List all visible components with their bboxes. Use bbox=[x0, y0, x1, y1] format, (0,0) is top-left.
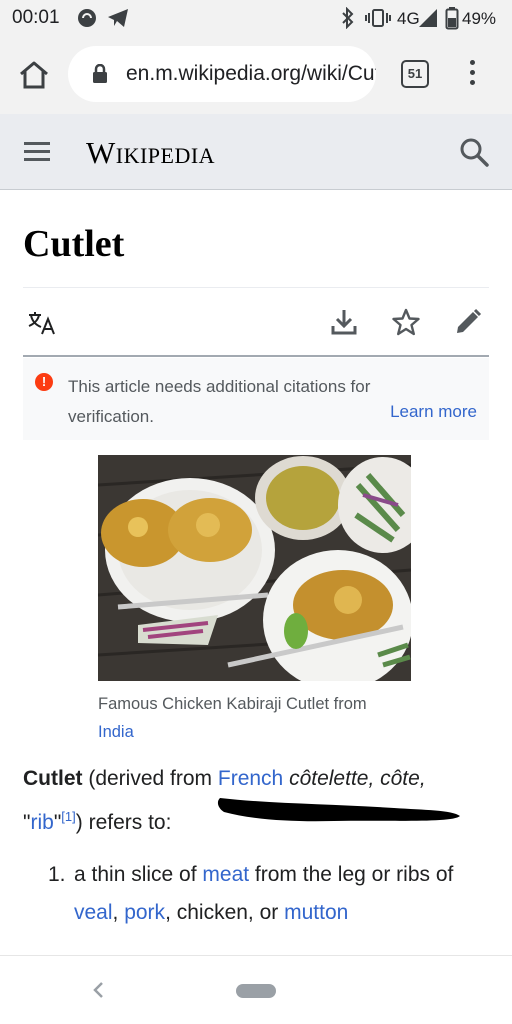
title-divider bbox=[23, 287, 489, 288]
battery-icon bbox=[445, 7, 459, 30]
page-title: Cutlet bbox=[23, 223, 125, 265]
citation-link[interactable]: [1] bbox=[61, 809, 75, 824]
lead-french-words: côtelette, côte, bbox=[283, 767, 426, 790]
telegram-icon bbox=[108, 9, 128, 27]
home-icon[interactable] bbox=[18, 60, 50, 90]
menu-icon[interactable] bbox=[24, 142, 50, 162]
status-bar: 00:01 4G 49% bbox=[0, 0, 512, 36]
back-icon[interactable] bbox=[91, 980, 105, 1000]
link-rib[interactable]: rib bbox=[30, 811, 53, 834]
download-icon[interactable] bbox=[330, 308, 358, 336]
cutlet-photo[interactable] bbox=[98, 455, 411, 681]
home-pill[interactable] bbox=[236, 984, 276, 998]
wikipedia-logo[interactable]: Wikipedia bbox=[86, 135, 215, 171]
wiki-header: Wikipedia bbox=[0, 114, 512, 190]
url-text[interactable]: en.m.wikipedia.org/wiki/Cutlet bbox=[126, 62, 376, 86]
citation-notice: ! This article needs additional citation… bbox=[23, 358, 489, 440]
link-pork[interactable]: pork bbox=[124, 901, 165, 924]
figure-caption: Famous Chicken Kabiraji Cutlet from Indi… bbox=[98, 690, 418, 746]
learn-more-link[interactable]: Learn more bbox=[390, 402, 477, 422]
vibrate-icon bbox=[365, 9, 391, 27]
language-icon[interactable] bbox=[27, 310, 59, 336]
network-type: 4G bbox=[397, 9, 420, 28]
lead-derived: (derived from bbox=[82, 767, 218, 790]
status-time: 00:01 bbox=[12, 7, 60, 28]
signal-icon bbox=[419, 9, 437, 27]
list-text-b: from the leg or ribs of bbox=[249, 863, 454, 886]
actions-divider bbox=[23, 355, 489, 357]
lead-term: Cutlet bbox=[23, 767, 83, 790]
link-veal[interactable]: veal bbox=[74, 901, 113, 924]
star-icon[interactable] bbox=[392, 308, 420, 336]
list-comma: , bbox=[112, 901, 125, 924]
lead-tail: ) refers to: bbox=[75, 811, 172, 834]
more-vert-icon[interactable] bbox=[465, 60, 479, 90]
list-text-c: , chicken, or bbox=[165, 901, 285, 924]
link-meat[interactable]: meat bbox=[202, 863, 249, 886]
whatsapp-icon bbox=[78, 9, 96, 27]
caption-text: Famous Chicken Kabiraji Cutlet from bbox=[98, 695, 367, 713]
page-actions bbox=[23, 300, 489, 346]
bluetooth-icon bbox=[342, 7, 354, 29]
list-text-a: a thin slice of bbox=[74, 863, 203, 886]
edit-icon[interactable] bbox=[454, 308, 482, 336]
caption-link-india[interactable]: India bbox=[98, 723, 134, 741]
tab-switcher-button[interactable]: 51 bbox=[401, 60, 429, 88]
lock-icon bbox=[93, 64, 107, 83]
system-nav-bar bbox=[0, 955, 512, 1024]
list-number: 1. bbox=[48, 863, 66, 886]
url-bar[interactable]: en.m.wikipedia.org/wiki/Cutlet bbox=[68, 46, 376, 102]
battery-percent: 49% bbox=[462, 9, 497, 28]
search-icon[interactable] bbox=[458, 136, 490, 168]
link-french[interactable]: French bbox=[218, 767, 283, 790]
redaction-scribble bbox=[217, 798, 460, 822]
browser-toolbar: en.m.wikipedia.org/wiki/Cutlet 51 bbox=[0, 36, 512, 114]
list-item: 1. a thin slice of meat from the leg or … bbox=[48, 856, 488, 932]
link-mutton[interactable]: mutton bbox=[284, 901, 348, 924]
definition-list: 1. a thin slice of meat from the leg or … bbox=[48, 856, 488, 932]
alert-icon: ! bbox=[35, 373, 53, 391]
